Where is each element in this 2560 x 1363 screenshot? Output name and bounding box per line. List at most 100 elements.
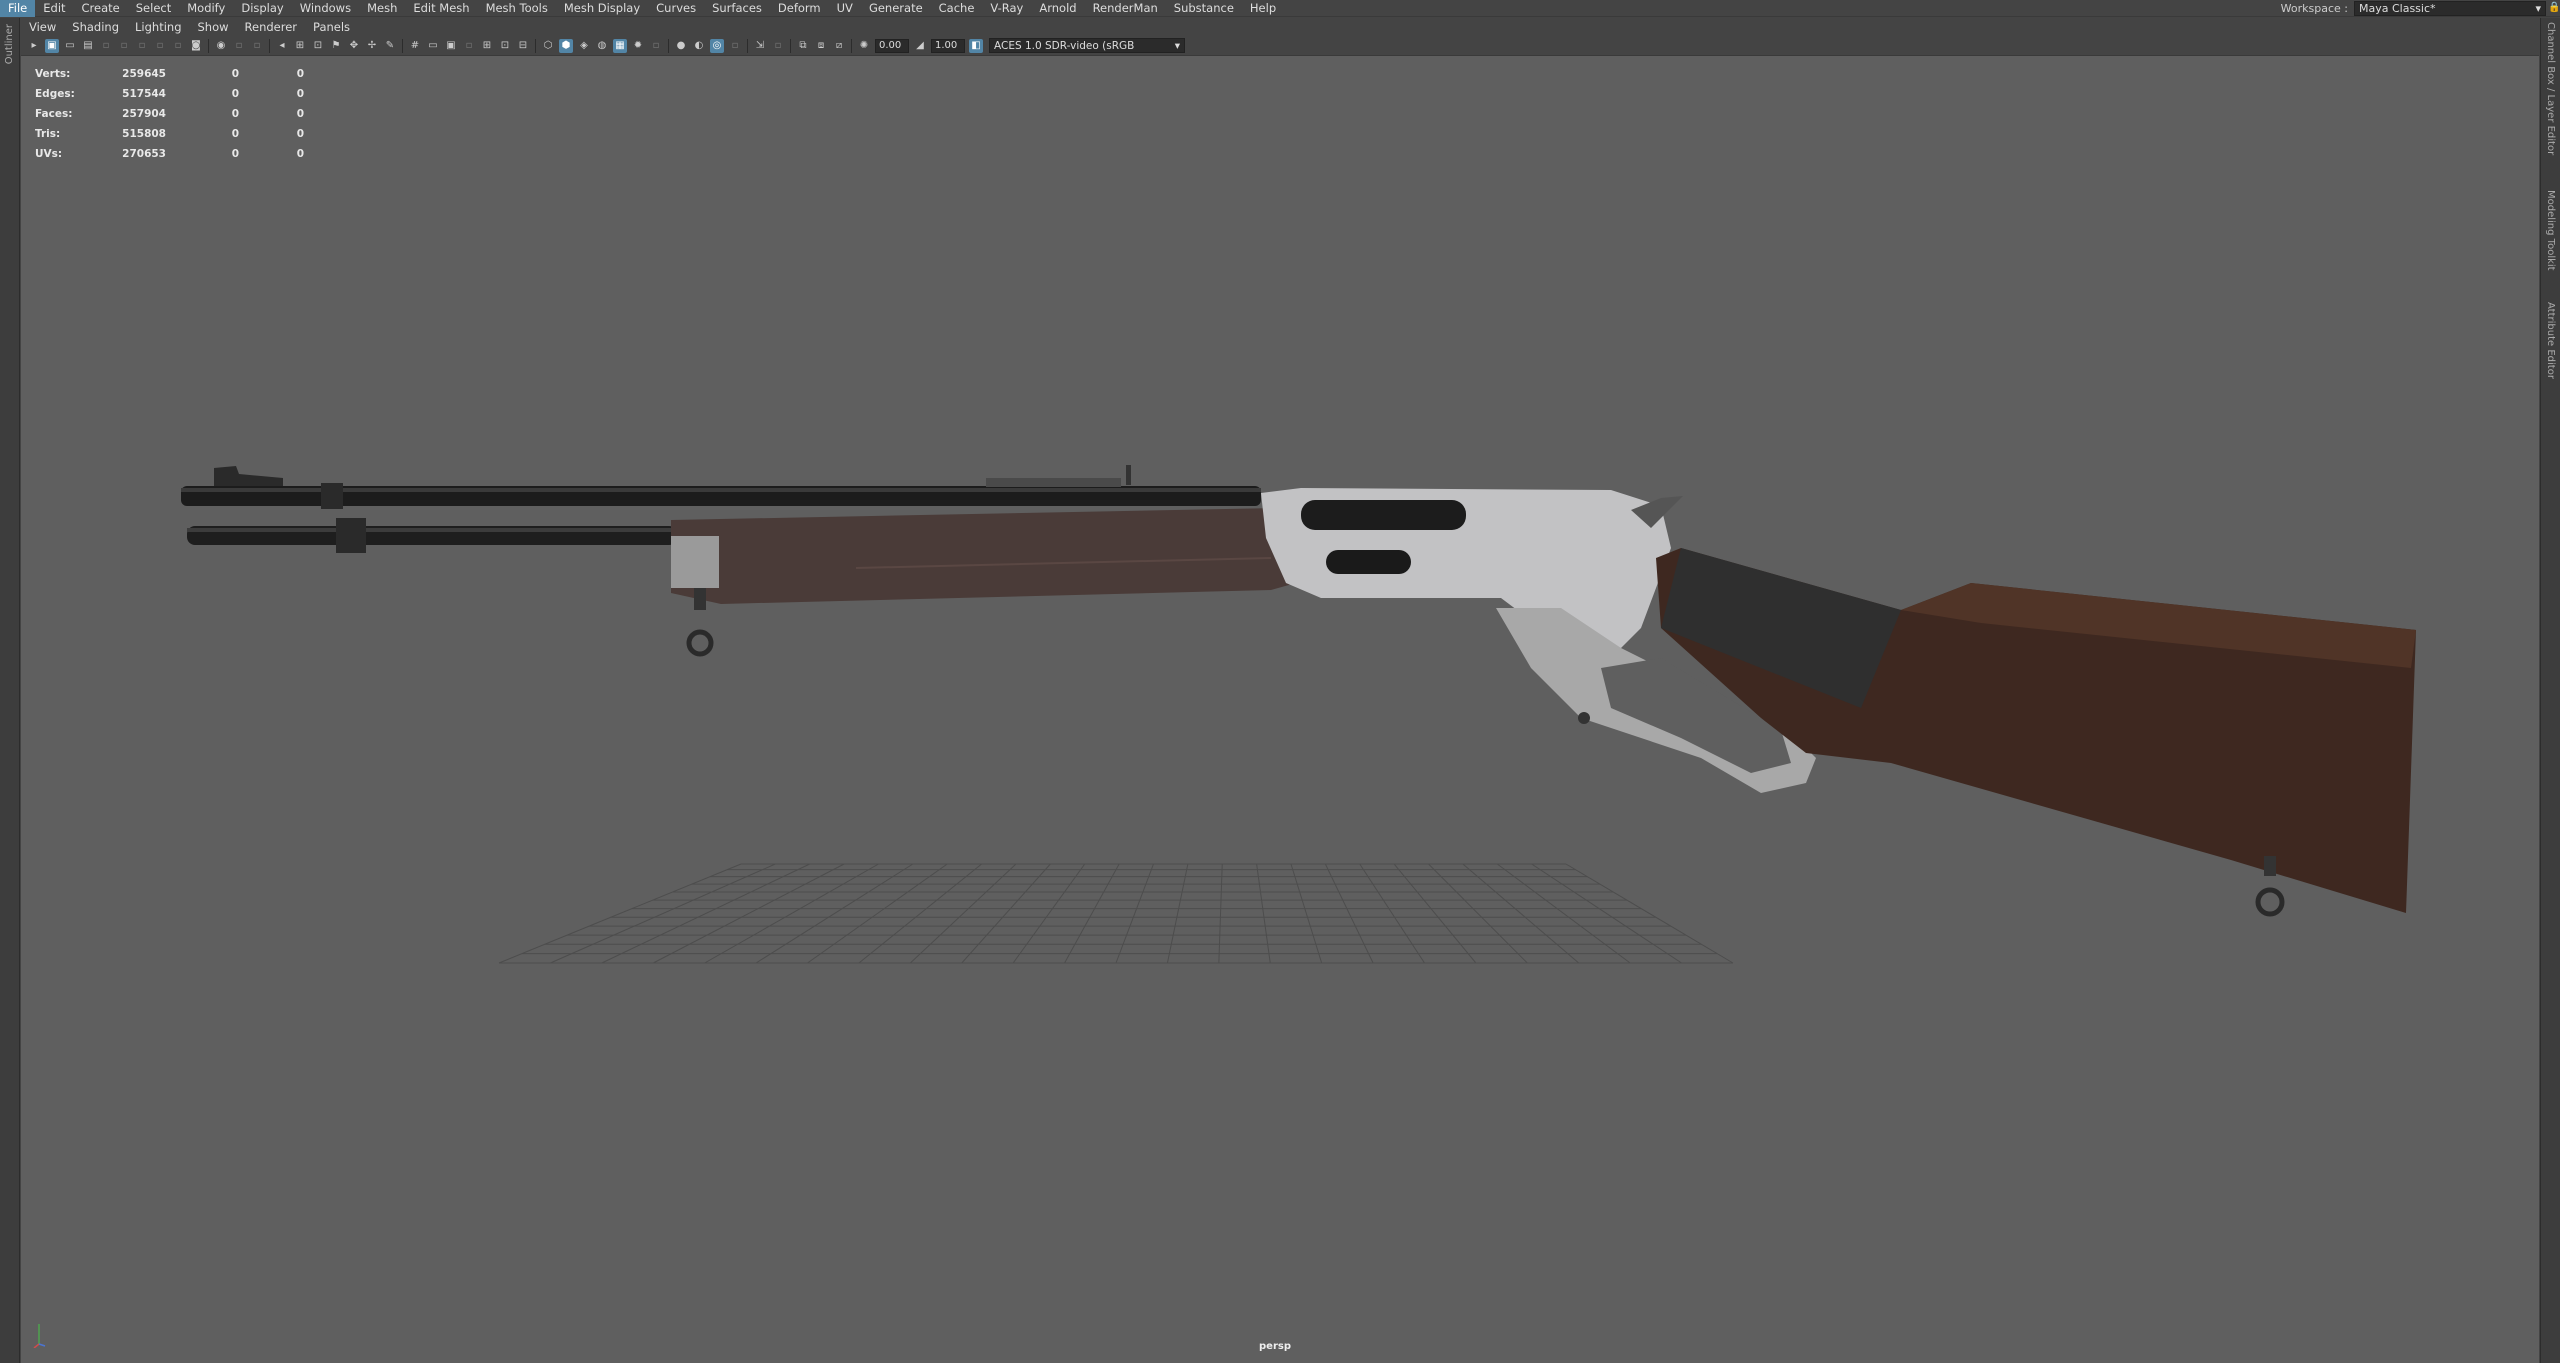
menu-windows[interactable]: Windows xyxy=(292,0,359,17)
menu-edit-mesh[interactable]: Edit Mesh xyxy=(405,0,477,17)
hud-value: 0 xyxy=(296,148,304,160)
hud-row: Tris: 515808 0 0 xyxy=(35,124,304,144)
grid-line xyxy=(1531,863,1682,964)
tube-band xyxy=(336,518,366,553)
outliner-tab[interactable]: Outliner xyxy=(4,24,15,64)
barrel-band xyxy=(321,483,343,509)
menu-surfaces[interactable]: Surfaces xyxy=(704,0,770,17)
grid-line xyxy=(653,863,845,964)
hud-label: Verts: xyxy=(35,68,71,80)
lever-pin xyxy=(1578,712,1590,724)
ground-grid xyxy=(498,863,1734,964)
hud-value: 0 xyxy=(296,88,304,100)
menu-select[interactable]: Select xyxy=(128,0,179,17)
hud-value: 0 xyxy=(296,108,304,120)
hud-label: Edges: xyxy=(35,88,75,100)
loading-gate xyxy=(1326,550,1411,574)
front-sight xyxy=(214,466,283,486)
camera-name-label: persp xyxy=(1259,1341,1291,1352)
hud-value: 517544 xyxy=(122,88,166,100)
grid-line xyxy=(961,863,1051,964)
menu-create[interactable]: Create xyxy=(74,0,128,17)
menu-display[interactable]: Display xyxy=(233,0,291,17)
hud-label: Faces: xyxy=(35,108,73,120)
grid-line xyxy=(1012,863,1086,964)
menu-substance[interactable]: Substance xyxy=(1166,0,1242,17)
workspace-selector: Workspace : Maya Classic* ▾ xyxy=(2281,0,2546,17)
grid-line xyxy=(1256,863,1271,964)
hud-row: UVs: 270653 0 0 xyxy=(35,144,304,164)
hud-row: Faces: 257904 0 0 xyxy=(35,104,304,124)
hud-value: 0 xyxy=(231,108,239,120)
hud-value: 270653 xyxy=(122,148,166,160)
hud-label: UVs: xyxy=(35,148,63,160)
main-menubar: File Edit Create Select Modify Display Windows… xyxy=(0,0,2560,17)
rifle-model[interactable] xyxy=(181,465,2416,917)
hud-row: Edges: 517544 0 0 xyxy=(35,84,304,104)
grid-line xyxy=(1428,863,1528,964)
grid-line xyxy=(1064,863,1120,964)
rear-sight-base xyxy=(986,478,1121,487)
menu-uv[interactable]: UV xyxy=(829,0,861,17)
menu-renderman[interactable]: RenderMan xyxy=(1085,0,1166,17)
tab-channel-box[interactable]: Channel Box / Layer Editor xyxy=(2545,22,2556,155)
viewport-scene[interactable] xyxy=(21,18,2539,1363)
menu-mesh-display[interactable]: Mesh Display xyxy=(556,0,648,17)
tab-attribute-editor[interactable]: Attribute Editor xyxy=(2545,302,2556,379)
hud-value: 0 xyxy=(231,128,239,140)
lock-icon[interactable]: 🔒 xyxy=(2548,2,2560,14)
right-dock-strip: Channel Box / Layer Editor Modeling Tool… xyxy=(2540,18,2560,1363)
grid-line xyxy=(1565,863,1734,964)
view-axis-gizmo xyxy=(33,1324,46,1348)
grid-line xyxy=(1115,863,1154,964)
front-sling-ring xyxy=(686,629,714,657)
grid-line xyxy=(1324,863,1374,964)
workspace-label: Workspace : xyxy=(2280,2,2348,15)
menu-generate[interactable]: Generate xyxy=(861,0,931,17)
menu-mesh-tools[interactable]: Mesh Tools xyxy=(478,0,556,17)
tab-modeling-toolkit[interactable]: Modeling Toolkit xyxy=(2545,190,2556,271)
grid-line xyxy=(1393,863,1477,964)
poly-count-hud: Verts: 259645 0 0 Edges: 517544 0 0 Faces: 257904… xyxy=(35,64,304,164)
hud-label: Tris: xyxy=(35,128,61,140)
menu-curves[interactable]: Curves xyxy=(648,0,704,17)
forend-cap xyxy=(671,536,719,588)
hud-value: 0 xyxy=(296,68,304,80)
forend xyxy=(671,508,1296,604)
rear-sight-blade xyxy=(1126,465,1131,485)
menu-arnold[interactable]: Arnold xyxy=(1031,0,1084,17)
tube-highlight xyxy=(187,528,677,532)
grid-line xyxy=(1462,863,1580,964)
grid-line xyxy=(1496,863,1631,964)
menu-edit[interactable]: Edit xyxy=(35,0,73,17)
workspace-dropdown[interactable]: Maya Classic* ▾ xyxy=(2354,1,2546,16)
hud-value: 0 xyxy=(231,148,239,160)
ejection-port xyxy=(1301,500,1466,530)
hud-value: 0 xyxy=(231,88,239,100)
grid-line xyxy=(1218,863,1223,964)
viewport-panel[interactable]: View Shading Lighting Show Renderer Panels ▸ … xyxy=(21,18,2539,1363)
rear-sling-ring xyxy=(2255,887,2285,917)
menu-cache[interactable]: Cache xyxy=(931,0,983,17)
grid-line xyxy=(1359,863,1425,964)
front-swivel-post xyxy=(694,588,706,610)
hud-value: 515808 xyxy=(122,128,166,140)
outliner-strip[interactable]: Outliner xyxy=(0,18,20,1363)
menu-modify[interactable]: Modify xyxy=(179,0,233,17)
menu-file[interactable]: File xyxy=(0,0,36,17)
menu-v-ray[interactable]: V-Ray xyxy=(982,0,1031,17)
grid-line xyxy=(1166,863,1189,964)
menu-help[interactable]: Help xyxy=(1242,0,1284,17)
hud-value: 0 xyxy=(231,68,239,80)
menu-mesh[interactable]: Mesh xyxy=(359,0,405,17)
workspace-value: Maya Classic* xyxy=(2359,2,2436,15)
rear-swivel-post xyxy=(2264,856,2276,876)
grid-line xyxy=(1290,863,1323,964)
hud-value: 259645 xyxy=(122,68,166,80)
grid-line xyxy=(550,863,776,964)
hud-value: 0 xyxy=(296,128,304,140)
chevron-down-icon: ▾ xyxy=(2535,2,2541,15)
menu-deform[interactable]: Deform xyxy=(770,0,829,17)
hud-row: Verts: 259645 0 0 xyxy=(35,64,304,84)
hud-value: 257904 xyxy=(122,108,166,120)
